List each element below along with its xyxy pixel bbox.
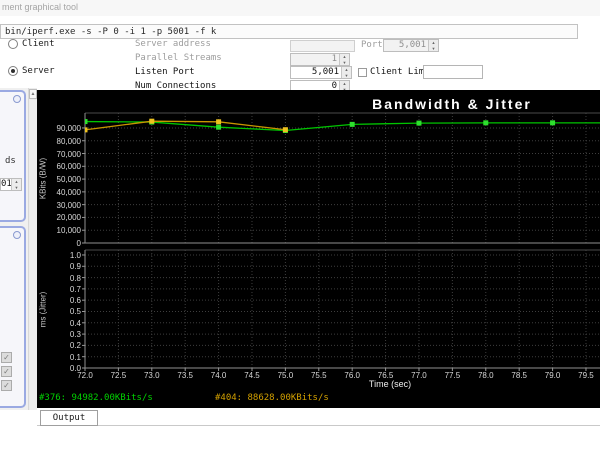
ytick-label: 0.7: [69, 284, 81, 294]
xtick-label: 74.0: [210, 371, 227, 380]
server-mode-label: Server: [22, 66, 55, 76]
series-404-marker: [282, 127, 288, 133]
server-address-field[interactable]: [290, 40, 355, 52]
xtick-label: 78.0: [477, 371, 494, 380]
ytick-label: 0.5: [69, 307, 81, 317]
series-404-marker: [149, 118, 155, 124]
series-376-marker: [550, 120, 556, 126]
spinner-arrows-icon[interactable]: ▲ ▼: [11, 179, 21, 190]
ytick-label: 80,000: [56, 136, 81, 146]
series-376-marker: [349, 121, 355, 127]
xtick-label: 78.5: [511, 371, 527, 380]
xtick-label: 76.0: [344, 371, 360, 380]
ytick-label: 0.9: [69, 262, 81, 272]
ytick-label: 0.1: [69, 352, 81, 362]
radio-checked-icon[interactable]: [8, 66, 18, 76]
sidebar-checkbox-checked[interactable]: ✓: [1, 366, 12, 377]
parallel-streams-label: Parallel Streams: [135, 53, 222, 63]
client-mode-label: Client: [22, 39, 55, 49]
ytick-label: 30,000: [56, 200, 81, 210]
panel-toggle-icon[interactable]: [13, 231, 21, 239]
server-address-label: Server address: [135, 39, 211, 49]
ytick-label: 90,000: [56, 123, 81, 133]
sidebar-scrollbar[interactable]: ▲: [28, 88, 37, 410]
xtick-label: 79.0: [544, 371, 561, 380]
ytick-label: 0.3: [69, 330, 81, 340]
jperf-window: ment graphical tool Client Server Server…: [0, 0, 600, 450]
sidebar-panel-2: ✓ ✓ ✓: [0, 226, 26, 408]
tab-divider: [37, 425, 600, 426]
xtick-label: 76.5: [377, 371, 394, 380]
xtick-label: 75.5: [310, 371, 327, 380]
series-376-marker: [483, 120, 489, 126]
series-404-marker: [216, 119, 222, 125]
legend-item-376: #376: 94982.00KBits/s: [39, 393, 153, 403]
xtick-label: 75.0: [277, 371, 294, 380]
server-mode-radio[interactable]: Server: [8, 65, 55, 77]
ytick-label: 40,000: [56, 187, 81, 197]
series-376-line: [85, 120, 600, 132]
series-376-marker: [216, 124, 222, 130]
sidebar-panel-1: ds 01 ▲ ▼: [0, 90, 26, 222]
window-title: ment graphical tool: [2, 2, 79, 12]
ytick-label: 60,000: [56, 162, 81, 172]
series-376-marker: [416, 120, 422, 126]
parallel-streams-spinner[interactable]: 1 ▲ ▼: [290, 53, 350, 66]
ytick-label: 0.8: [69, 273, 81, 283]
ytick-label: 10,000: [56, 226, 81, 236]
listen-port-label: Listen Port: [135, 67, 195, 77]
client-mode-radio[interactable]: Client: [8, 38, 55, 50]
scroll-up-icon[interactable]: ▲: [29, 89, 37, 99]
port-spinner[interactable]: 5,001 ▲ ▼: [383, 39, 439, 52]
sidebar-checkbox-checked[interactable]: ✓: [1, 352, 12, 363]
spinner-arrows-icon[interactable]: ▲ ▼: [339, 54, 349, 65]
xtick-label: 74.5: [244, 371, 260, 380]
panel-toggle-icon[interactable]: [13, 95, 21, 103]
ytick-label: 0.2: [69, 341, 81, 351]
ytick-label: 70,000: [56, 149, 81, 159]
series-376-marker: [85, 119, 88, 125]
spinner-arrows-icon[interactable]: ▲ ▼: [428, 40, 438, 51]
xtick-label: 77.5: [444, 371, 461, 380]
ytick-label: 0.6: [69, 296, 81, 306]
listen-port-spinner[interactable]: 5,001 ▲ ▼: [290, 66, 352, 79]
xtick-label: 73.0: [143, 371, 160, 380]
xtick-label: 79.5: [578, 371, 594, 380]
ytick-label: 50,000: [56, 175, 81, 185]
client-limit-field[interactable]: [423, 65, 483, 79]
ytick-label: 1.0: [69, 250, 81, 260]
iperf-command-input[interactable]: [0, 24, 578, 39]
sidebar-spinner[interactable]: 01 ▲ ▼: [0, 178, 22, 191]
legend-item-404: #404: 88628.00KBits/s: [215, 393, 329, 403]
sidebar: ds 01 ▲ ▼ ✓ ✓ ✓ ▲: [0, 88, 37, 410]
ytick-label: 20,000: [56, 213, 81, 223]
sidebar-checkbox-checked[interactable]: ✓: [1, 380, 12, 391]
chart-legend: #376: 94982.00KBits/s #404: 88628.00KBit…: [37, 392, 600, 405]
ytick-label: 0: [76, 239, 81, 248]
xtick-label: 72.5: [110, 371, 127, 380]
xtick-label: 77.0: [411, 371, 427, 380]
xtick-label: 72.0: [77, 371, 93, 380]
client-limit-checkbox[interactable]: [358, 68, 367, 77]
window-titlebar: ment graphical tool: [0, 0, 600, 16]
xtick-label: 73.5: [177, 371, 193, 380]
ytick-label: 0.4: [69, 318, 81, 328]
bandwidth-jitter-plot: [82, 112, 600, 371]
tab-output[interactable]: Output: [40, 410, 98, 426]
spinner-arrows-icon[interactable]: ▲ ▼: [341, 67, 351, 78]
sidebar-text-fragment: ds: [5, 156, 16, 166]
chart-panel: Bandwidth & Jitter KBits (B/W) ms (Jitte…: [37, 90, 600, 408]
port-label: Port: [361, 40, 383, 50]
radio-unchecked-icon[interactable]: [8, 39, 18, 49]
